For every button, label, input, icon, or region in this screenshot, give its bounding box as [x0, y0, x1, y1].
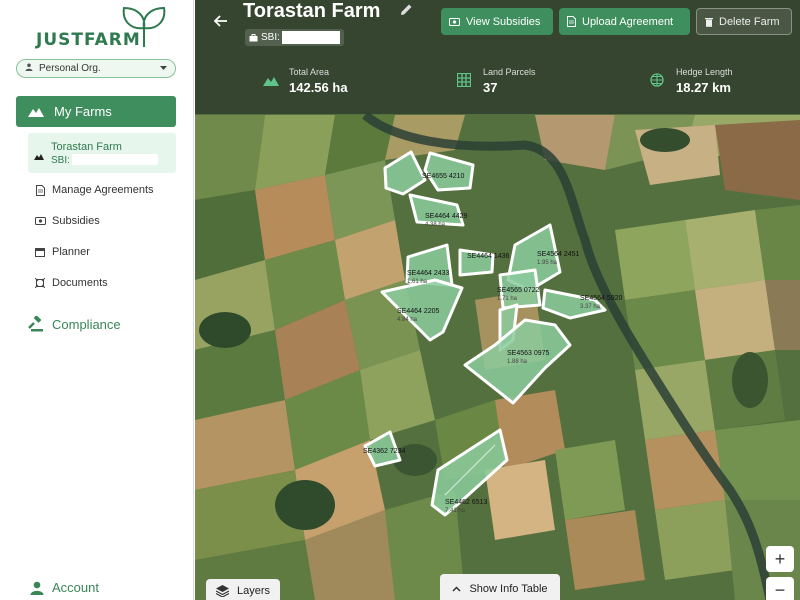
org-selector-label: Personal Org.	[39, 63, 101, 74]
parcel-area: 1.61 ha	[407, 279, 428, 285]
parcel-area: 1.88 ha	[507, 359, 528, 365]
parcel-id: SE4464 4429	[425, 213, 468, 220]
upload-agreement-button[interactable]: Upload Agreement	[559, 8, 690, 35]
parcel-label[interactable]: SE4464 4429 4.38 ha	[425, 213, 467, 229]
parcel-id: SE4362 7234	[363, 448, 406, 455]
arrow-left-icon	[214, 15, 227, 27]
money-icon	[449, 17, 460, 26]
parcel-label[interactable]: SE4565 0722 1.71 ha	[497, 287, 539, 303]
gavel-icon	[28, 316, 44, 332]
selected-farm-item[interactable]: Torastan Farm SBI:	[28, 133, 176, 173]
sidebar-item-planner[interactable]: Planner	[34, 244, 90, 260]
stat-value: 142.56 ha	[289, 80, 348, 95]
selected-farm-sbi-label: SBI:	[51, 155, 70, 166]
parcel-label[interactable]: SE4464 2433 1.61 ha	[407, 270, 449, 286]
back-button[interactable]	[211, 11, 231, 31]
parcel-label[interactable]: SE4564 2451 1.95 ha	[537, 251, 579, 267]
sbi-redaction	[72, 154, 158, 165]
parcel-label[interactable]: SE4462 6513 7.41 ha	[445, 499, 487, 515]
sidebar: JUSTFARM Personal Org. My Farms Torastan…	[0, 0, 194, 600]
parcel-id: SE4655 4210	[422, 173, 465, 180]
parcel-label[interactable]: SE4464 1436	[467, 253, 509, 261]
sbi-label: SBI:	[261, 32, 280, 43]
person-icon	[30, 581, 44, 595]
parcel-area: 3.37 ha	[580, 304, 601, 310]
parcel-id: SE4564 2451	[537, 251, 580, 258]
edit-pencil-icon[interactable]	[400, 3, 413, 21]
layers-label: Layers	[237, 585, 271, 597]
chevron-up-icon	[452, 586, 461, 592]
sidebar-item-label: Planner	[52, 246, 90, 258]
nav-account[interactable]: Account	[30, 580, 99, 595]
parcel-id: SE4464 2433	[407, 270, 450, 277]
sidebar-item-label: Documents	[52, 277, 108, 289]
sidebar-item-label: Subsidies	[52, 215, 100, 227]
nav-account-label: Account	[52, 580, 99, 595]
parcel-id: SE4565 0722	[497, 287, 540, 294]
nav-compliance[interactable]: Compliance	[28, 316, 121, 332]
sidebar-item-label: Manage Agreements	[52, 184, 154, 196]
stat-label: Total Area	[289, 67, 330, 77]
stat-value: 37	[483, 80, 498, 95]
parcel-label[interactable]: SE4564 5920 3.37 ha	[580, 295, 622, 311]
sidebar-item-subsidies[interactable]: Subsidies	[34, 213, 100, 229]
sbi-redaction	[281, 31, 340, 44]
parcel-area: 1.95 ha	[537, 260, 558, 266]
parcel-id: SE4462 6513	[445, 499, 488, 506]
zoom-out-button[interactable]: −	[766, 577, 794, 600]
org-selector[interactable]: Personal Org.	[16, 59, 176, 78]
hedge-icon	[650, 73, 664, 92]
calendar-icon	[34, 247, 46, 257]
parcel-id: SE4564 5920	[580, 295, 623, 302]
caret-down-icon	[160, 63, 167, 74]
show-info-table-button[interactable]: Show Info Table	[440, 574, 560, 600]
sprout-logo-icon	[122, 6, 166, 47]
delete-farm-button[interactable]: Delete Farm	[696, 8, 792, 35]
zoom-in-button[interactable]: +	[766, 546, 794, 572]
justfarm-logo[interactable]: JUSTFARM	[34, 6, 174, 52]
documents-icon	[34, 278, 46, 288]
nav-my-farms[interactable]: My Farms	[16, 96, 176, 127]
upload-agreement-label: Upload Agreement	[582, 15, 674, 28]
stat-label: Land Parcels	[483, 67, 536, 77]
layers-button[interactable]: Layers	[206, 579, 280, 600]
view-subsidies-label: View Subsidies	[466, 15, 541, 28]
parcel-label[interactable]: SE4655 4210	[422, 173, 464, 181]
parcel-area: 4.38 ha	[425, 222, 446, 228]
grid-icon	[456, 72, 472, 92]
parcel-id: SE4464 2205	[397, 308, 440, 315]
person-icon	[25, 63, 33, 74]
stat-label: Hedge Length	[676, 67, 733, 77]
mountain-icon	[34, 147, 44, 165]
parcel-label[interactable]: SE4464 2205 4.84 ha	[397, 308, 439, 324]
parcel-area: 4.84 ha	[397, 317, 418, 323]
parcel-label[interactable]: SE4362 7234	[363, 448, 405, 456]
money-icon	[34, 217, 46, 225]
parcel-area: 1.71 ha	[497, 296, 518, 302]
parcel-area: 7.41 ha	[445, 508, 466, 514]
parcel-label[interactable]: SE4563 0975 1.88 ha	[507, 350, 549, 366]
sidebar-item-documents[interactable]: Documents	[34, 275, 108, 291]
parcel-id: SE4563 0975	[507, 350, 550, 357]
mountain-icon	[263, 73, 279, 91]
layers-icon	[216, 585, 229, 597]
document-icon	[34, 184, 46, 196]
view-subsidies-button[interactable]: View Subsidies	[441, 8, 553, 35]
selected-farm-name: Torastan Farm	[51, 141, 122, 153]
briefcase-icon	[249, 33, 258, 42]
show-info-table-label: Show Info Table	[469, 583, 548, 595]
sidebar-item-manage-agreements[interactable]: Manage Agreements	[34, 182, 154, 198]
sbi-badge: SBI:	[245, 29, 344, 46]
mountain-icon	[28, 107, 44, 117]
nav-compliance-label: Compliance	[52, 316, 121, 332]
trash-icon	[705, 17, 713, 27]
page-title: Torastan Farm	[243, 0, 381, 22]
document-icon	[567, 16, 576, 27]
stat-value: 18.27 km	[676, 80, 731, 95]
parcel-id: SE4464 1436	[467, 253, 510, 260]
delete-farm-label: Delete Farm	[719, 15, 780, 28]
nav-my-farms-label: My Farms	[54, 104, 112, 119]
